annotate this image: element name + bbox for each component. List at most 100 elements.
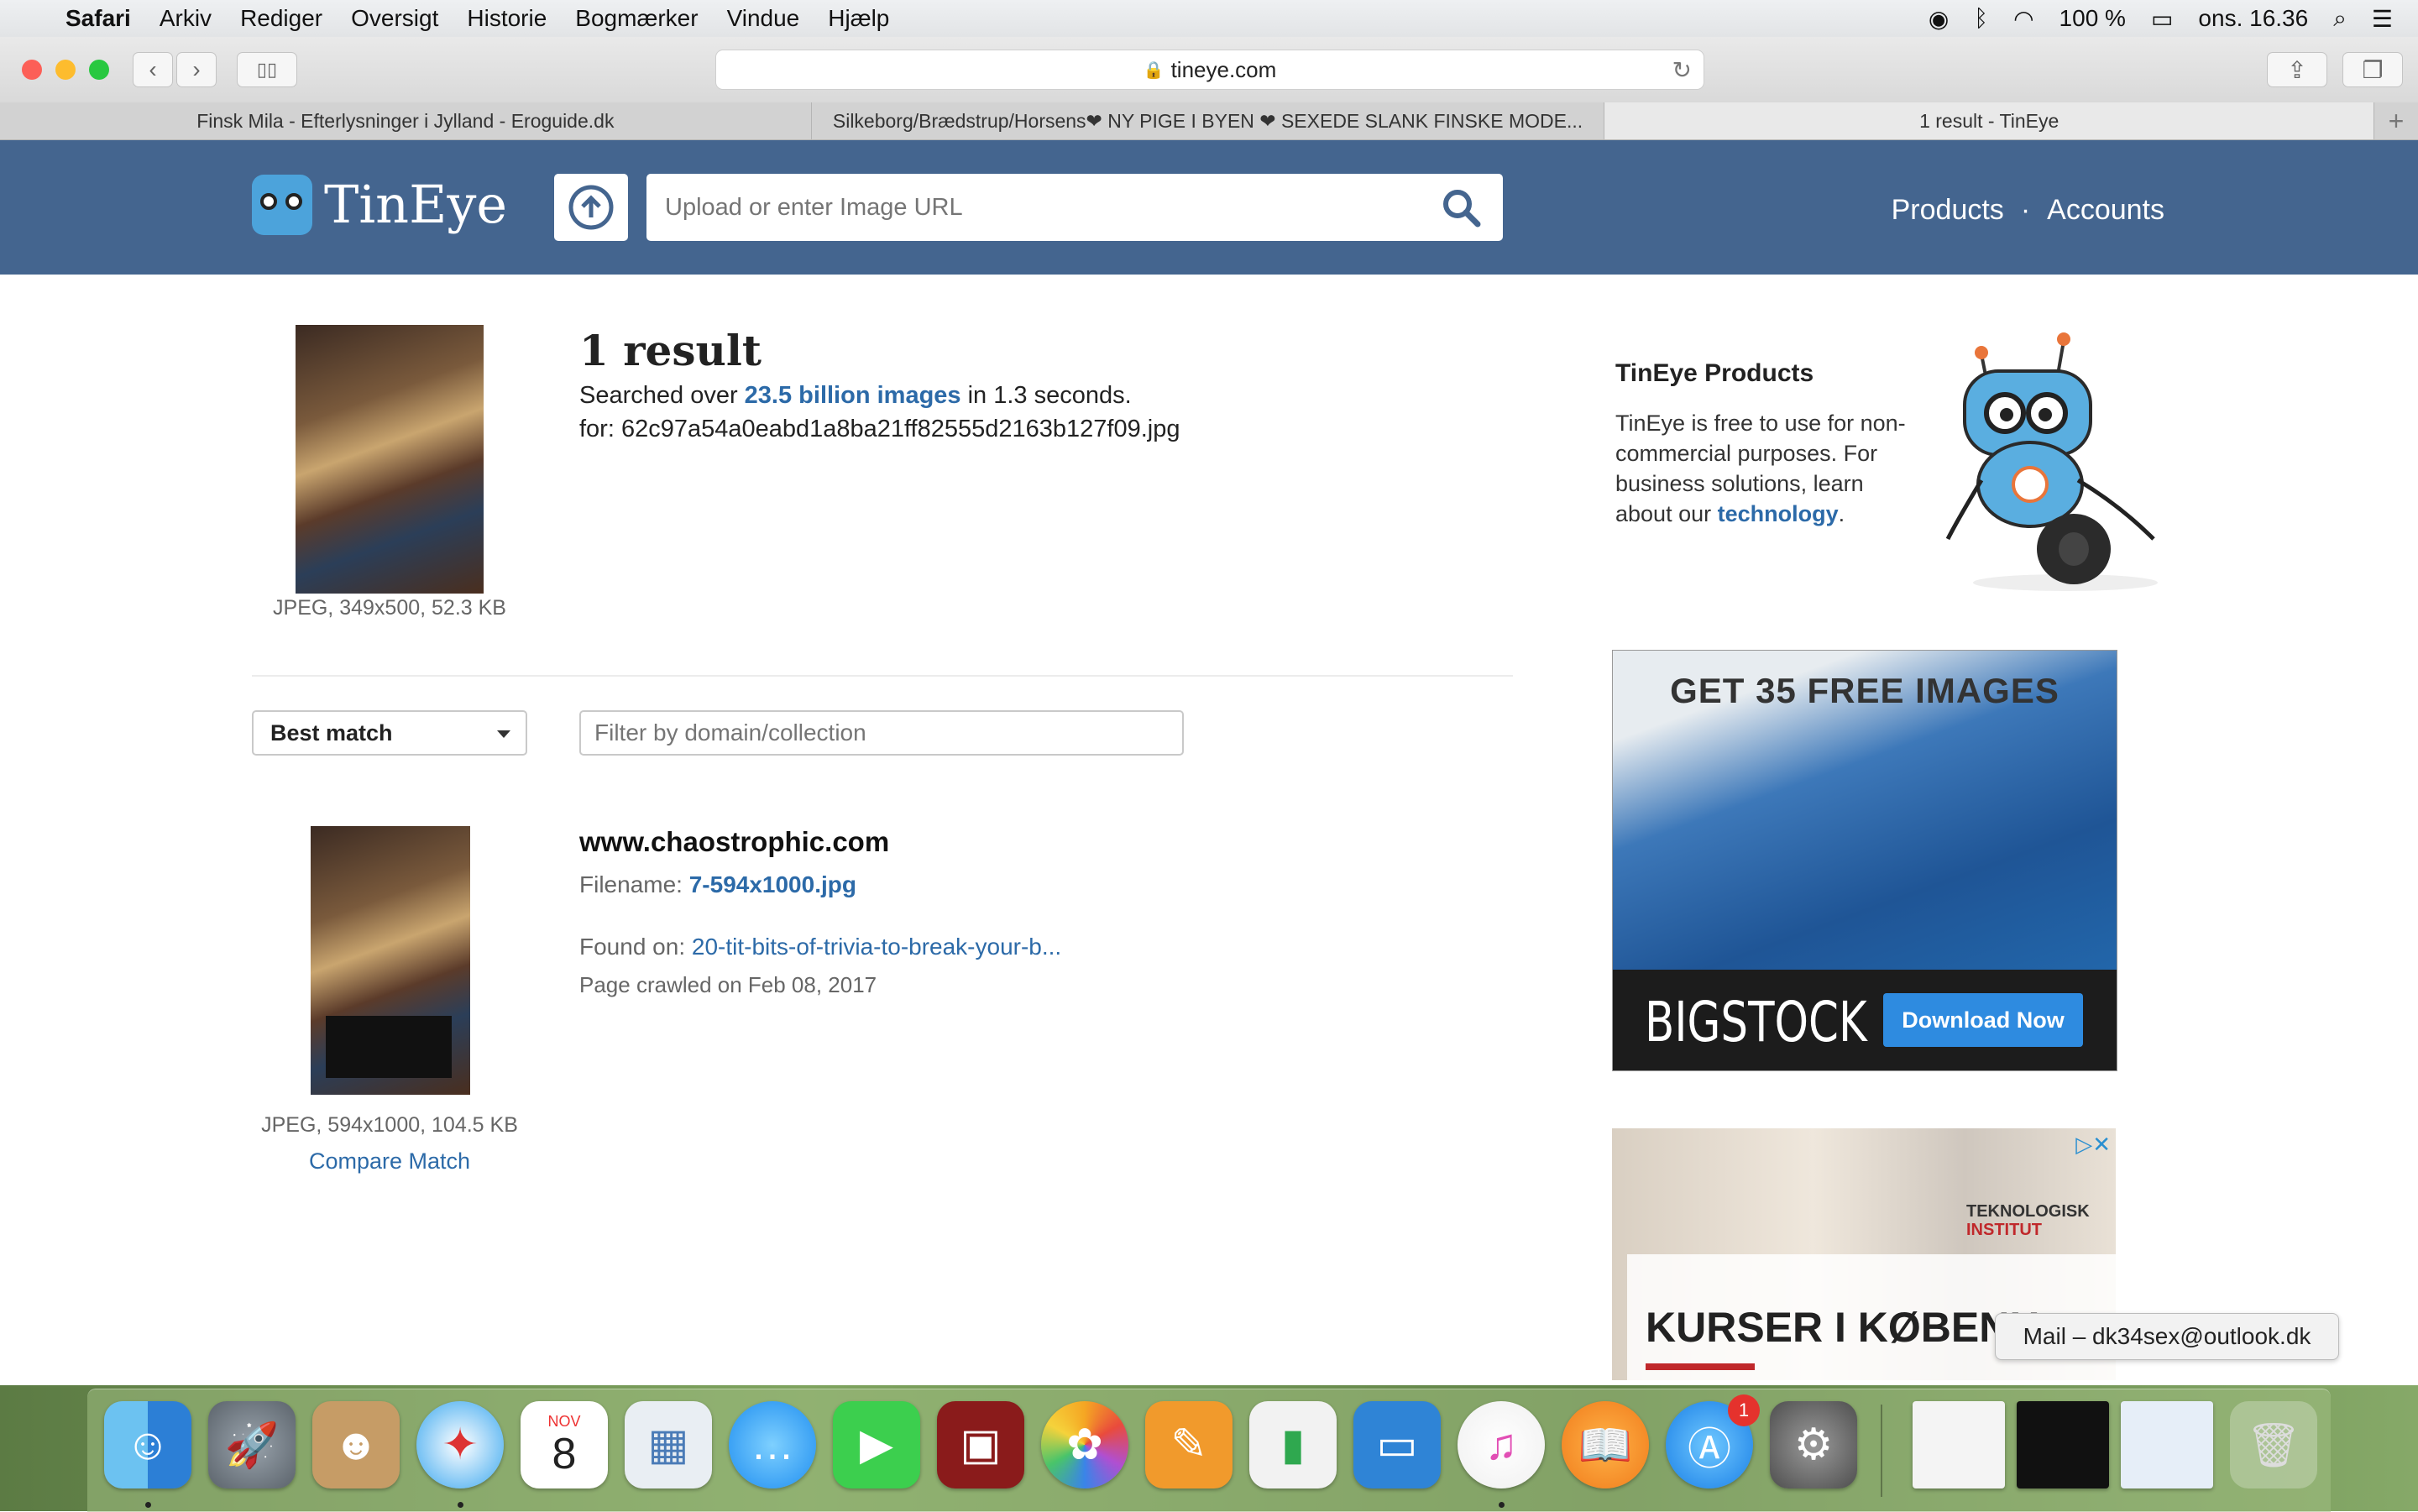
menu-bogmaerker[interactable]: Bogmærker: [575, 5, 698, 32]
clock[interactable]: ons. 16.36: [2198, 5, 2308, 32]
photos-icon[interactable]: ✿: [1041, 1401, 1128, 1488]
compare-match-link[interactable]: Compare Match: [252, 1148, 527, 1175]
minimize-window-button[interactable]: [55, 60, 76, 80]
menu-historie[interactable]: Historie: [467, 5, 547, 32]
zoom-window-button[interactable]: [89, 60, 109, 80]
reload-icon[interactable]: ↻: [1672, 56, 1692, 84]
ibooks-icon[interactable]: 📖: [1562, 1401, 1649, 1488]
battery-percent[interactable]: 100 %: [2059, 5, 2126, 32]
messages-icon[interactable]: …: [729, 1401, 816, 1488]
top-nav: Products · Accounts: [1892, 194, 2164, 227]
sidebar-button[interactable]: ▯▯: [237, 52, 297, 87]
photobooth-icon[interactable]: ▣: [937, 1401, 1024, 1488]
chevron-right-icon: ›: [192, 56, 201, 82]
back-button[interactable]: ‹: [133, 52, 173, 87]
menu-arkiv[interactable]: Arkiv: [160, 5, 212, 32]
nav-accounts-link[interactable]: Accounts: [2047, 194, 2164, 227]
menu-hjaelp[interactable]: Hjælp: [828, 5, 889, 32]
contacts-icon[interactable]: ☻: [312, 1401, 400, 1488]
minimized-window-thumbnail[interactable]: [1913, 1401, 2005, 1488]
calendar-month: NOV: [547, 1412, 581, 1430]
status-area: ◉ ᛒ ◠ 100 % ▭ ons. 16.36 ⌕ ☰: [1929, 0, 2393, 37]
finder-icon[interactable]: ☺: [104, 1401, 191, 1488]
searched-prefix: Searched over: [579, 382, 745, 409]
menu-vindue[interactable]: Vindue: [727, 5, 800, 32]
new-tab-button[interactable]: +: [2374, 102, 2418, 139]
macos-menu-bar: Safari Arkiv Rediger Oversigt Historie B…: [0, 0, 2418, 38]
filename-link[interactable]: 7-594x1000.jpg: [689, 871, 856, 897]
filename-label: Filename:: [579, 871, 689, 897]
minimized-window-thumbnail[interactable]: [2017, 1401, 2109, 1488]
launchpad-icon[interactable]: 🚀: [208, 1401, 296, 1488]
itunes-icon[interactable]: ♫: [1458, 1401, 1545, 1488]
bluetooth-icon[interactable]: ᛒ: [1974, 5, 1988, 32]
tab-silkeborg[interactable]: Silkeborg/Brædstrup/Horsens❤ NY PIGE I B…: [812, 102, 1605, 139]
dock-separator: [1881, 1405, 1882, 1497]
forward-button[interactable]: ›: [176, 52, 217, 87]
battery-icon[interactable]: ▭: [2151, 5, 2173, 33]
numbers-icon[interactable]: ▮: [1249, 1401, 1337, 1488]
robot-eye-icon: [285, 192, 302, 210]
products-text-end: .: [1838, 501, 1845, 526]
download-now-button[interactable]: Download Now: [1883, 993, 2083, 1047]
calendar-icon[interactable]: NOV 8: [521, 1401, 608, 1488]
menu-oversigt[interactable]: Oversigt: [351, 5, 438, 32]
index-size-link[interactable]: 23.5 billion images: [745, 382, 961, 409]
tineye-logo[interactable]: TinEye: [252, 174, 507, 235]
domain-filter-input[interactable]: [579, 710, 1184, 756]
minimized-window-thumbnail[interactable]: [2121, 1401, 2213, 1488]
products-description: TinEye is free to use for non-commercial…: [1615, 408, 1918, 529]
wifi-icon[interactable]: ◠: [2013, 5, 2033, 33]
safari-icon[interactable]: ✦: [416, 1401, 504, 1488]
match-filename: Filename: 7-594x1000.jpg: [579, 871, 856, 898]
result-count: 1 result: [579, 326, 762, 375]
search-icon[interactable]: [1441, 187, 1483, 229]
close-window-button[interactable]: [22, 60, 42, 80]
found-on-link[interactable]: 20-tit-bits-of-trivia-to-break-your-b...: [692, 934, 1061, 960]
spotlight-icon[interactable]: ⌕: [2333, 5, 2347, 33]
technology-link[interactable]: technology: [1718, 501, 1839, 526]
ad-footer: BIGSTOCK Download Now: [1613, 970, 2117, 1070]
appstore-icon[interactable]: Ⓐ 1: [1666, 1394, 1760, 1488]
preview-icon[interactable]: ▦: [625, 1401, 712, 1488]
facetime-icon[interactable]: ▶: [833, 1401, 920, 1488]
appstore-badge: 1: [1728, 1394, 1760, 1426]
keynote-icon[interactable]: ▭: [1353, 1401, 1441, 1488]
tab-eroguide[interactable]: Finsk Mila - Efterlysninger i Jylland - …: [0, 102, 812, 139]
adchoices-icon[interactable]: ▷✕: [2075, 1132, 2111, 1158]
searched-suffix: in 1.3 seconds.: [960, 382, 1132, 409]
nav-products-link[interactable]: Products: [1892, 194, 2004, 227]
tab-tineye[interactable]: 1 result - TinEye: [1604, 102, 2375, 139]
match-image-thumbnail[interactable]: [311, 826, 470, 1095]
pages-icon[interactable]: ✎: [1145, 1401, 1233, 1488]
sort-dropdown[interactable]: Best match: [252, 710, 527, 756]
image-url-input[interactable]: [663, 192, 1405, 222]
tab-title: 1 result - TinEye: [1919, 109, 2059, 132]
tab-overview-button[interactable]: ❐: [2342, 52, 2403, 87]
ad-brand: BIGSTOCK: [1645, 990, 1867, 1054]
robot-logo-icon: [252, 174, 312, 235]
menu-app-safari[interactable]: Safari: [65, 5, 131, 32]
dock-tooltip: Mail – dk34sex@outlook.dk: [1995, 1313, 2339, 1360]
brand-name: TinEye: [324, 174, 508, 235]
notification-center-icon[interactable]: ☰: [2372, 5, 2393, 33]
address-bar[interactable]: 🔒 tineye.com ↻: [715, 50, 1704, 90]
running-indicator: [458, 1502, 463, 1508]
menu-rediger[interactable]: Rediger: [240, 5, 322, 32]
match-crawl-date: Page crawled on Feb 08, 2017: [579, 972, 877, 997]
match-domain: www.chaostrophic.com: [579, 826, 890, 857]
ad2-logo-line2: INSTITUT: [1966, 1221, 2042, 1239]
bigstock-ad[interactable]: GET 35 FREE IMAGES BIGSTOCK Download Now: [1612, 650, 2117, 1071]
sort-value: Best match: [270, 719, 393, 746]
search-box: [646, 174, 1503, 241]
robot-eye-icon: [260, 192, 277, 210]
tab-title: Silkeborg/Brædstrup/Horsens❤ NY PIGE I B…: [832, 109, 1583, 132]
system-preferences-icon[interactable]: ⚙: [1770, 1401, 1857, 1488]
site-header: TinEye Products · Accounts: [0, 140, 2418, 275]
lock-icon: 🔒: [1143, 60, 1165, 80]
trash-icon[interactable]: 🗑: [2230, 1401, 2317, 1488]
url-text: tineye.com: [1170, 56, 1277, 82]
upload-button[interactable]: [554, 174, 628, 241]
screen-share-icon[interactable]: ◉: [1929, 5, 1949, 33]
share-button[interactable]: ⇪: [2267, 52, 2327, 87]
